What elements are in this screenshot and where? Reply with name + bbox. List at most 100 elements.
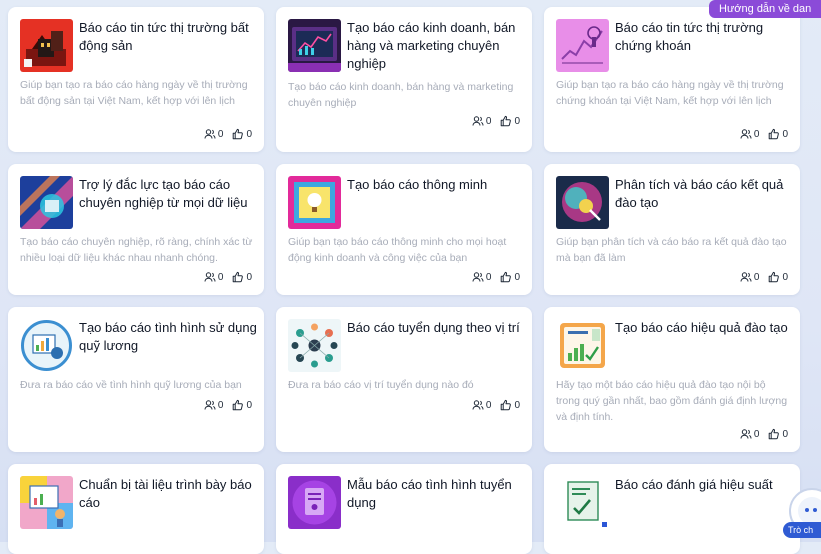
like-button[interactable]: 0 <box>232 271 252 283</box>
users-icon <box>204 272 216 282</box>
card-stats: 0 0 <box>204 270 252 284</box>
card-title: Trợ lý đắc lực tạo báo cáo chuyên nghiệp… <box>79 177 248 210</box>
card-stats: 0 0 <box>740 127 788 141</box>
performance-thumbnail <box>556 476 609 529</box>
card-title: Báo cáo tin tức thị trường bất động sản <box>79 20 249 53</box>
training-report-thumbnail <box>556 319 609 372</box>
like-button[interactable]: 0 <box>768 271 788 283</box>
likes-count: 0 <box>782 128 788 140</box>
report-card[interactable]: Tạo báo cáo tình hình sử dụng quỹ lương … <box>8 307 264 452</box>
card-description: Giúp bạn phân tích và cáo báo ra kết quả… <box>556 236 787 264</box>
report-card[interactable]: Chuẩn bị tài liệu trình bày báo cáo <box>8 464 264 554</box>
like-button[interactable]: 0 <box>768 128 788 140</box>
likes-count: 0 <box>246 128 252 140</box>
training-analysis-thumbnail <box>556 176 609 229</box>
users-icon <box>472 400 484 410</box>
thumbs-up-icon <box>769 271 780 283</box>
business-dashboard-thumbnail <box>288 19 341 72</box>
card-title: Báo cáo đánh giá hiệu suất <box>615 477 773 492</box>
like-button[interactable]: 0 <box>768 428 788 440</box>
thumbs-up-icon <box>233 271 244 283</box>
users-stat: 0 <box>740 428 760 440</box>
users-stat: 0 <box>204 399 224 411</box>
report-card[interactable]: Báo cáo tuyển dụng theo vị trí Đưa ra bá… <box>276 307 532 452</box>
likes-count: 0 <box>246 271 252 283</box>
card-stats: 0 0 <box>472 270 520 284</box>
card-description: Giúp bạn tạo báo cáo thông minh cho mọi … <box>288 236 507 264</box>
likes-count: 0 <box>514 271 520 283</box>
users-count: 0 <box>217 128 224 140</box>
likes-count: 0 <box>246 399 252 411</box>
users-count: 0 <box>753 271 760 283</box>
chat-widget-label[interactable]: Trò ch <box>783 522 821 538</box>
users-stat: 0 <box>740 128 760 140</box>
likes-count: 0 <box>782 271 788 283</box>
card-stats: 0 0 <box>740 270 788 284</box>
likes-count: 0 <box>514 115 520 127</box>
card-description: Hãy tạo một báo cáo hiệu quả đào tạo nội… <box>556 379 788 423</box>
card-stats: 0 0 <box>204 398 252 412</box>
report-card[interactable]: Báo cáo đánh giá hiệu suất <box>544 464 800 554</box>
recruitment-thumbnail <box>288 319 341 372</box>
thumbs-up-icon <box>769 128 780 140</box>
users-stat: 0 <box>472 399 491 411</box>
card-stats: 0 0 <box>204 127 252 141</box>
like-button[interactable]: 0 <box>500 271 520 283</box>
card-stats: 0 0 <box>472 114 520 128</box>
card-description: Đưa ra báo cáo về tình hình quỹ lương củ… <box>20 379 242 391</box>
report-card[interactable]: Trợ lý đắc lực tạo báo cáo chuyên nghiệp… <box>8 164 264 295</box>
thumbs-up-icon <box>233 128 244 140</box>
report-card[interactable]: Tạo báo cáo thông minh Giúp bạn tạo báo … <box>276 164 532 295</box>
presentation-thumbnail <box>20 476 73 529</box>
card-stats: 0 0 <box>472 398 520 412</box>
card-description: Tạo báo cáo chuyên nghiệp, rõ ràng, chín… <box>20 236 253 264</box>
report-card[interactable]: Báo cáo tin tức thị trường chứng khoán G… <box>544 7 800 152</box>
card-title: Tạo báo cáo tình hình sử dụng quỹ lương <box>79 320 257 353</box>
card-description: Tạo báo cáo kinh doanh, bán hàng và mark… <box>288 81 514 109</box>
users-count: 0 <box>217 399 224 411</box>
users-icon <box>740 429 752 439</box>
report-card[interactable]: Mẫu báo cáo tình hình tuyển dụng <box>276 464 532 554</box>
users-count: 0 <box>753 128 760 140</box>
report-card[interactable]: Báo cáo tin tức thị trường bất động sản … <box>8 7 264 152</box>
users-stat: 0 <box>472 115 492 127</box>
likes-count: 0 <box>782 428 788 440</box>
report-card[interactable]: Phân tích và báo cáo kết quả đào tạo Giú… <box>544 164 800 295</box>
card-title: Báo cáo tin tức thị trường chứng khoán <box>615 20 764 53</box>
hiring-template-thumbnail <box>288 476 341 529</box>
users-stat: 0 <box>204 271 224 283</box>
likes-count: 0 <box>514 399 520 411</box>
card-description: Đưa ra báo cáo vị trí tuyển dụng nào đó <box>288 379 474 391</box>
users-stat: 0 <box>472 271 491 283</box>
help-guide-button[interactable]: Hướng dẫn về dan <box>709 0 821 18</box>
card-title: Chuẩn bị tài liệu trình bày báo cáo <box>79 477 252 510</box>
like-button[interactable]: 0 <box>232 399 252 411</box>
card-title: Tạo báo cáo kinh doanh, bán hàng và mark… <box>347 20 516 71</box>
report-card[interactable]: Tạo báo cáo hiệu quả đào tạo Hãy tạo một… <box>544 307 800 452</box>
report-card[interactable]: Tạo báo cáo kinh doanh, bán hàng và mark… <box>276 7 532 152</box>
users-count: 0 <box>753 428 760 440</box>
users-icon <box>740 129 752 139</box>
thumbs-up-icon <box>501 271 512 283</box>
like-button[interactable]: 0 <box>500 399 520 411</box>
thumbs-up-icon <box>769 428 780 440</box>
data-report-thumbnail <box>20 176 73 229</box>
real-estate-thumbnail <box>20 19 73 72</box>
like-button[interactable]: 0 <box>232 128 252 140</box>
like-button[interactable]: 0 <box>500 115 520 127</box>
users-icon <box>472 116 484 126</box>
smart-report-thumbnail <box>288 176 341 229</box>
users-icon <box>740 272 752 282</box>
thumbs-up-icon <box>233 399 244 411</box>
users-stat: 0 <box>740 271 760 283</box>
stock-market-thumbnail <box>556 19 609 72</box>
thumbs-up-icon <box>501 399 512 411</box>
thumbs-up-icon <box>501 115 512 127</box>
users-icon <box>472 272 484 282</box>
users-count: 0 <box>485 115 492 127</box>
card-title: Tạo báo cáo thông minh <box>347 177 488 192</box>
card-title: Báo cáo tuyển dụng theo vị trí <box>347 320 520 335</box>
card-title: Mẫu báo cáo tình hình tuyển dụng <box>347 477 512 510</box>
users-count: 0 <box>217 271 224 283</box>
card-title: Phân tích và báo cáo kết quả đào tạo <box>615 177 784 210</box>
